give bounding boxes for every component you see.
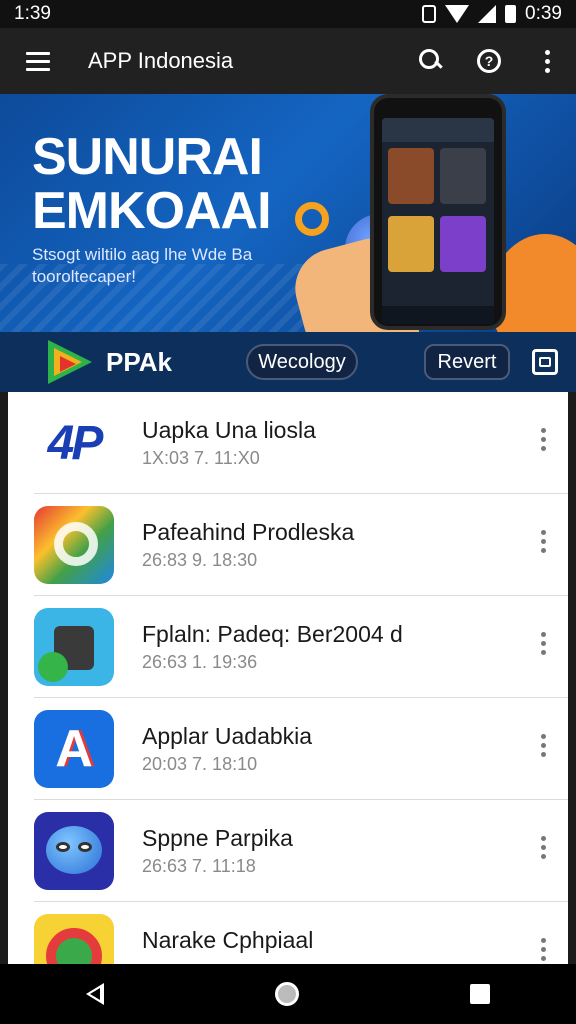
list-item[interactable]: Fplaln: Padeq: Ber2004 d 26:63 1. 19:36	[34, 596, 568, 698]
list-item-meta: 26:83 9. 18:30	[142, 550, 258, 570]
list-item-meta: 26:63 1. 19:36	[142, 652, 258, 672]
banner-subtext: Stsogt wiltilo aag lhe Wde Ba toorolteca…	[32, 244, 272, 288]
help-icon: ?	[477, 49, 501, 73]
app-title: APP Indonesia	[88, 48, 234, 73]
item-more-vert-icon[interactable]	[541, 428, 546, 451]
phone-screen-bar	[382, 118, 494, 142]
list-item-title: Uapka Una liosla	[142, 417, 316, 443]
system-nav-bar	[0, 964, 576, 1024]
promo-banner[interactable]: SUNURAI EMKOAAI Stsogt wiltilo aag lhe W…	[0, 94, 576, 332]
recents-icon[interactable]	[470, 984, 491, 1004]
vibrate-icon	[422, 5, 437, 23]
robot-icon	[34, 608, 114, 686]
more-vert-icon	[544, 49, 550, 73]
home-icon[interactable]	[274, 982, 299, 1006]
help-button[interactable]: ?	[460, 28, 518, 94]
search-icon	[419, 49, 443, 73]
battery-icon	[505, 5, 517, 23]
status-time: 1:39	[14, 3, 51, 24]
brand-name: PPAk	[106, 346, 172, 377]
list-item-text: Narake Cphpiaal	[142, 926, 313, 956]
phone-screen	[382, 118, 494, 324]
revert-button[interactable]: Revert	[424, 344, 510, 380]
item-more-vert-icon[interactable]	[541, 632, 546, 655]
app-bar: APP Indonesia ?	[0, 28, 576, 94]
phone-tile	[388, 148, 434, 204]
list-item-title: Sppne Parpika	[142, 825, 293, 851]
list-item-text: Fplaln: Padeq: Ber2004 d 26:63 1. 19:36	[142, 620, 403, 674]
item-more-vert-icon[interactable]	[541, 938, 546, 961]
list-item-meta: 20:03 7. 18:10	[142, 754, 258, 774]
phone-tile	[440, 148, 486, 204]
status-bar: 1:39 0:39	[0, 0, 576, 28]
search-button[interactable]	[402, 28, 460, 94]
banner-headline-line2: EMKOAAI	[32, 182, 272, 240]
list-item[interactable]: A Applar Uadabkia 20:03 7. 18:10	[34, 698, 568, 800]
phone-tiles-row-2	[382, 210, 494, 278]
list-item[interactable]: Pafeahind Prodleska 26:83 9. 18:30	[34, 494, 568, 596]
blue-blob-icon	[34, 812, 114, 890]
status-icons: 0:39	[422, 3, 562, 25]
list-item-meta: 1X:03 7. 11:X0	[142, 448, 260, 468]
hamburger-menu-icon[interactable]	[8, 28, 68, 94]
banner-phone-illustration	[370, 94, 506, 330]
app-list: 4P Uapka Una liosla 1X:03 7. 11:X0 Pafea…	[8, 392, 568, 964]
list-item-text: Uapka Una liosla 1X:03 7. 11:X0	[142, 416, 316, 470]
list-item-text: Pafeahind Prodleska 26:83 9. 18:30	[142, 518, 354, 572]
colorful-g-icon	[34, 506, 114, 584]
banner-headline-line1: SUNURAI	[32, 128, 263, 186]
4p-logo-icon: 4P	[34, 404, 114, 482]
item-more-vert-icon[interactable]	[541, 530, 546, 553]
list-item-text: Sppne Parpika 26:63 7. 11:18	[142, 824, 293, 878]
list-item[interactable]: Narake Cphpiaal	[34, 902, 568, 964]
phone-tile	[440, 216, 486, 272]
status-battery-time: 0:39	[525, 3, 562, 24]
scan-icon[interactable]	[532, 349, 558, 375]
phone-tile	[388, 216, 434, 272]
banner-subtext-line2: tooroltecaper!	[32, 267, 136, 286]
list-item-meta: 26:63 7. 11:18	[142, 856, 256, 876]
banner-subtext-line1: Stsogt wiltilo aag lhe Wde Ba	[32, 245, 253, 264]
signal-icon	[478, 5, 497, 23]
overflow-menu-button[interactable]	[518, 28, 576, 94]
target-icon	[34, 914, 114, 964]
list-item[interactable]: Sppne Parpika 26:63 7. 11:18	[34, 800, 568, 902]
back-icon[interactable]	[85, 983, 104, 1005]
list-item-title: Pafeahind Prodleska	[142, 519, 355, 545]
phone-nav	[382, 306, 494, 324]
banner-headline: SUNURAI EMKOAAI	[32, 128, 272, 240]
phone-tiles-row-1	[382, 142, 494, 210]
brand-strip: PPAk Wecology Revert	[0, 332, 576, 392]
brand-logo-icon	[48, 338, 96, 386]
list-item-title: Narake Cphpiaal	[142, 927, 314, 953]
list-item[interactable]: 4P Uapka Una liosla 1X:03 7. 11:X0	[34, 392, 568, 494]
list-item-title: Applar Uadabkia	[142, 723, 313, 749]
banner-key-illustration	[295, 202, 329, 236]
wecology-button[interactable]: Wecology	[246, 344, 358, 380]
wifi-icon	[445, 5, 470, 23]
list-item-title: Fplaln: Padeq: Ber2004 d	[142, 621, 403, 647]
letter-a-icon: A	[34, 710, 114, 788]
item-more-vert-icon[interactable]	[541, 734, 546, 757]
item-more-vert-icon[interactable]	[541, 836, 546, 859]
list-item-text: Applar Uadabkia 20:03 7. 18:10	[142, 722, 312, 776]
